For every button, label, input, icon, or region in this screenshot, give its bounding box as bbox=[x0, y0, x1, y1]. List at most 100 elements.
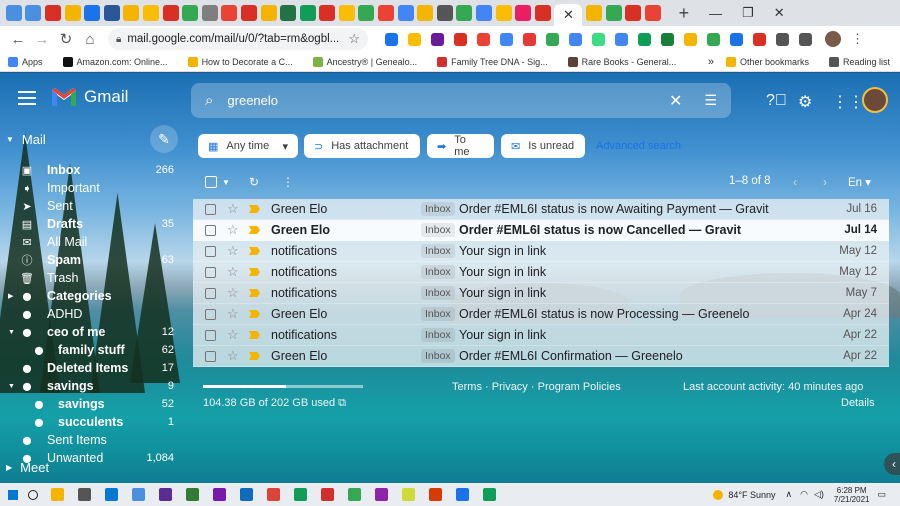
menu-kebab-icon[interactable]: ⋮ bbox=[851, 31, 864, 47]
row-checkbox[interactable] bbox=[205, 245, 216, 257]
clear-search-icon[interactable]: ✕ bbox=[669, 91, 682, 111]
taskbar-app-icon[interactable] bbox=[105, 488, 118, 501]
browser-tab[interactable] bbox=[534, 5, 551, 21]
email-row[interactable]: ☆ Green Elo Inbox Order #EML6I status is no… bbox=[193, 199, 889, 220]
mail-section-header[interactable]: ▼ Mail bbox=[6, 132, 46, 147]
row-checkbox[interactable] bbox=[205, 266, 216, 278]
main-menu-icon[interactable] bbox=[18, 91, 36, 105]
browser-tab[interactable] bbox=[240, 5, 257, 21]
sidebar-item-inbox[interactable]: ▣ Inbox 266 bbox=[0, 161, 180, 179]
sidebar-item-drafts[interactable]: ▤ Drafts 35 bbox=[0, 215, 180, 233]
search-icon[interactable]: ⌕ bbox=[205, 92, 213, 109]
browser-tab[interactable] bbox=[586, 5, 603, 21]
older-page-icon[interactable]: › bbox=[823, 175, 827, 189]
search-input[interactable]: greenelo bbox=[227, 93, 278, 108]
row-checkbox[interactable] bbox=[205, 224, 216, 236]
browser-tab[interactable] bbox=[338, 5, 355, 21]
browser-tab[interactable] bbox=[142, 5, 159, 21]
refresh-icon[interactable]: ↻ bbox=[249, 175, 259, 189]
input-tools-button[interactable]: En ▾ bbox=[848, 175, 871, 189]
email-row[interactable]: ☆ notifications Inbox Your sign in link May … bbox=[193, 262, 889, 283]
sidebar-item-savings[interactable]: ⬤ savings 9 ▼ bbox=[0, 377, 180, 395]
bookmark-item[interactable]: How to Decorate a C... bbox=[187, 56, 293, 67]
star-icon[interactable]: ☆ bbox=[227, 327, 239, 343]
extension-icon[interactable] bbox=[569, 32, 582, 46]
chip-is-unread[interactable]: ✉ Is unread bbox=[501, 134, 585, 158]
sidebar-item-adhd[interactable]: ⬤ ADHD bbox=[0, 305, 180, 323]
email-row[interactable]: ☆ notifications Inbox Your sign in link Apr … bbox=[193, 325, 889, 346]
active-browser-tab[interactable]: ✕ bbox=[554, 4, 583, 26]
activity-details-link[interactable]: Details bbox=[841, 397, 875, 409]
reload-icon[interactable]: ↻ bbox=[54, 30, 78, 48]
sidebar-item-deleted-items[interactable]: ⬤ Deleted Items 17 bbox=[0, 359, 180, 377]
privacy-link[interactable]: Privacy bbox=[492, 381, 528, 393]
taskbar-app-icon[interactable] bbox=[375, 488, 388, 501]
browser-tab[interactable] bbox=[644, 5, 661, 21]
taskbar-app-icon[interactable] bbox=[321, 488, 334, 501]
star-icon[interactable]: ☆ bbox=[227, 201, 239, 217]
browser-tab[interactable] bbox=[280, 5, 297, 21]
browser-tab[interactable] bbox=[44, 5, 61, 21]
bookmark-item[interactable]: Family Tree DNA - Sig... bbox=[437, 56, 548, 67]
important-marker-icon[interactable] bbox=[249, 268, 260, 276]
bookmark-star-icon[interactable]: ☆ bbox=[348, 31, 360, 47]
account-avatar[interactable] bbox=[862, 87, 888, 113]
extension-icon[interactable] bbox=[776, 32, 789, 46]
browser-tab[interactable] bbox=[417, 5, 434, 21]
star-icon[interactable]: ☆ bbox=[227, 243, 239, 259]
more-options-icon[interactable]: ⋮ bbox=[282, 175, 294, 189]
browser-tab[interactable] bbox=[495, 5, 512, 21]
taskbar-app-icon[interactable] bbox=[456, 488, 469, 501]
apps-grid-icon[interactable]: ⋮⋮ bbox=[832, 92, 864, 112]
extension-icon[interactable] bbox=[730, 32, 743, 46]
volume-icon[interactable]: ◁) bbox=[814, 489, 824, 500]
star-icon[interactable]: ☆ bbox=[227, 222, 239, 238]
taskbar-app-icon[interactable] bbox=[267, 488, 280, 501]
row-checkbox[interactable] bbox=[205, 203, 216, 215]
sidebar-item-trash[interactable]: 🗑︎ Trash bbox=[0, 269, 180, 287]
home-icon[interactable]: ⌂ bbox=[78, 31, 102, 48]
email-row[interactable]: ☆ Green Elo Inbox Order #EML6I status is no… bbox=[193, 304, 889, 325]
bookmark-item[interactable]: Rare Books - General... bbox=[567, 56, 676, 67]
taskbar-app-icon[interactable] bbox=[213, 488, 226, 501]
bookmark-item[interactable]: Amazon.com: Online... bbox=[62, 56, 168, 67]
search-bar[interactable]: ⌕ greenelo ✕ ☰ bbox=[191, 83, 731, 118]
profile-avatar[interactable] bbox=[825, 31, 841, 47]
taskbar-app-icon[interactable] bbox=[132, 488, 145, 501]
browser-tab[interactable] bbox=[5, 5, 22, 21]
important-marker-icon[interactable] bbox=[249, 289, 260, 297]
expand-caret-icon[interactable]: ▼ bbox=[8, 383, 15, 390]
select-all-checkbox[interactable] bbox=[205, 176, 217, 188]
sidebar-item-categories[interactable]: ⬤ Categories ▶ bbox=[0, 287, 180, 305]
sidebar-item-savings[interactable]: ⬤ savings 52 bbox=[0, 395, 180, 413]
extension-icon[interactable] bbox=[615, 32, 628, 46]
extension-icon[interactable] bbox=[753, 32, 766, 46]
row-checkbox[interactable] bbox=[205, 287, 216, 299]
search-options-icon[interactable]: ☰ bbox=[704, 92, 717, 109]
important-marker-icon[interactable] bbox=[249, 226, 260, 234]
reading-list[interactable]: Reading list bbox=[828, 56, 890, 67]
weather-icon[interactable] bbox=[713, 489, 724, 500]
browser-tab[interactable] bbox=[64, 5, 81, 21]
browser-tab[interactable] bbox=[625, 5, 642, 21]
browser-tab[interactable] bbox=[221, 5, 238, 21]
help-icon[interactable]: ?⃝ bbox=[766, 92, 787, 110]
row-checkbox[interactable] bbox=[205, 329, 216, 341]
browser-tab[interactable] bbox=[182, 5, 199, 21]
extension-icon[interactable] bbox=[592, 32, 605, 46]
extension-icon[interactable] bbox=[546, 32, 559, 46]
sidebar-item-important[interactable]: ➧ Important bbox=[0, 179, 180, 197]
extension-icon[interactable] bbox=[684, 32, 697, 46]
email-row[interactable]: ☆ Green Elo Inbox Order #EML6I Confirmation… bbox=[193, 346, 889, 367]
browser-tab[interactable] bbox=[358, 5, 375, 21]
browser-tab[interactable] bbox=[103, 5, 120, 21]
browser-tab[interactable] bbox=[25, 5, 42, 21]
extension-icon[interactable] bbox=[408, 32, 421, 46]
taskbar-app-icon[interactable] bbox=[402, 488, 415, 501]
gmail-logo[interactable]: Gmail bbox=[52, 87, 128, 107]
browser-tab[interactable] bbox=[162, 5, 179, 21]
taskbar-app-icon[interactable] bbox=[78, 488, 91, 501]
star-icon[interactable]: ☆ bbox=[227, 348, 239, 364]
extension-icon[interactable] bbox=[661, 32, 674, 46]
advanced-search-link[interactable]: Advanced search bbox=[596, 140, 681, 152]
